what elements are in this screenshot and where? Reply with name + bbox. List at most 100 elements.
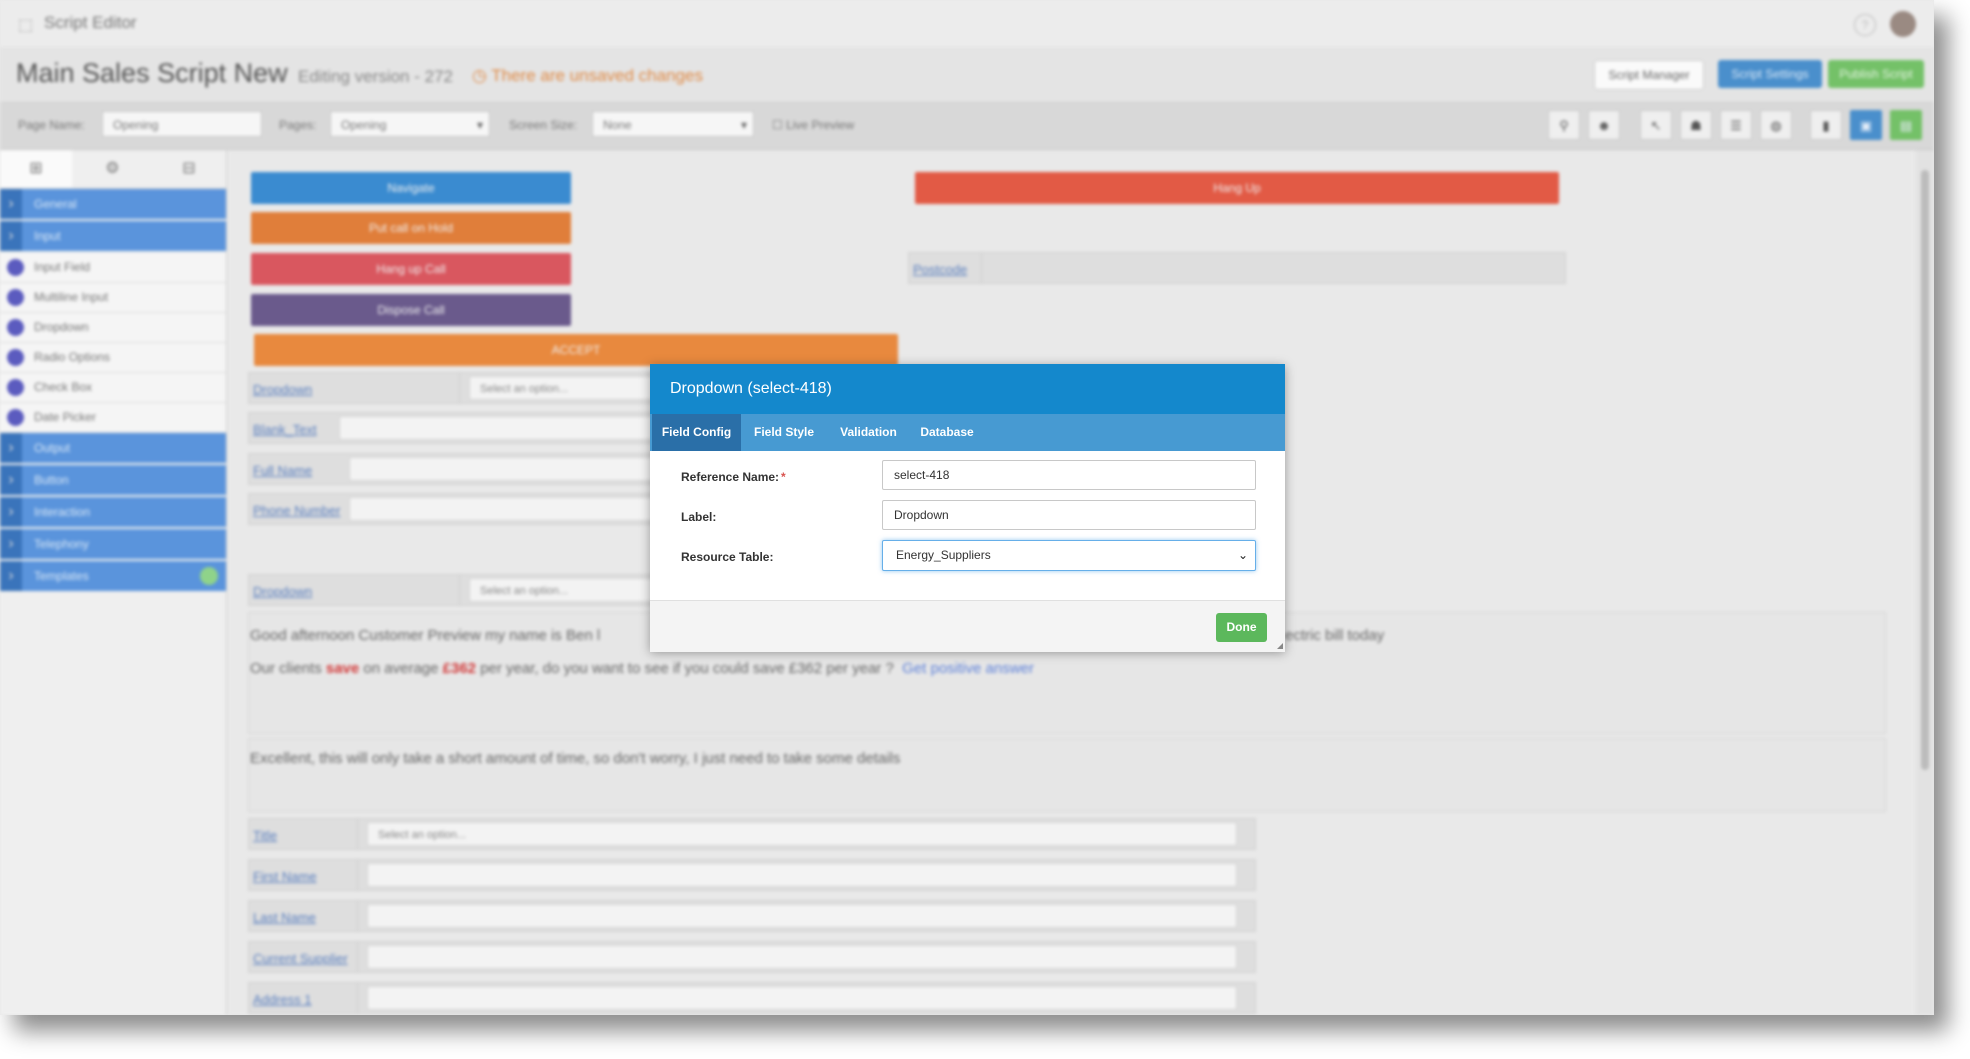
current-supplier-input[interactable] (367, 945, 1237, 969)
tab-validation[interactable]: Validation (827, 414, 910, 451)
item-radio-options[interactable]: Radio Options (0, 343, 226, 373)
reference-name-text: Reference Name: (681, 470, 780, 484)
dropdown-label[interactable]: Dropdown (253, 382, 312, 397)
pages-label: Pages: (279, 118, 317, 132)
users-icon[interactable]: ☻ (1588, 110, 1620, 140)
canvas-scrollbar[interactable] (1916, 150, 1934, 1015)
avatar[interactable] (1890, 11, 1916, 37)
hangup-call-button[interactable]: Hang up Call (251, 253, 571, 285)
title-select[interactable]: Select an option... (367, 822, 1237, 846)
dropdown-config-dialog: Dropdown (select-418) Field Config Field… (650, 364, 1285, 652)
save-icon[interactable]: ▣ (1850, 110, 1882, 140)
layers-tab-icon[interactable]: ⊟ (153, 150, 225, 188)
category-templates[interactable]: Templates (0, 561, 226, 591)
address-input[interactable] (367, 986, 1237, 1010)
chevron-down-icon: ⌄ (1237, 548, 1248, 562)
globe-icon[interactable]: ◍ (1760, 110, 1792, 140)
category-input[interactable]: Input (0, 221, 226, 251)
add-template-icon[interactable] (200, 567, 218, 585)
full-name-label[interactable]: Full Name (253, 463, 312, 478)
app-logo-icon: ⬚ (18, 17, 34, 34)
full-name-field: Full Name (248, 453, 668, 485)
done-button[interactable]: Done (1216, 613, 1267, 642)
unsaved-text: There are unsaved changes (491, 66, 703, 85)
navigate-button[interactable]: Navigate (251, 172, 571, 204)
dropdown-select[interactable]: Select an option... (469, 376, 659, 400)
components-tab-icon[interactable]: ⊞ (0, 150, 72, 188)
preview-icon[interactable]: ▤ (1890, 110, 1922, 140)
item-input-field[interactable]: Input Field (0, 253, 226, 283)
reference-name-input[interactable] (882, 460, 1256, 490)
warning-icon: ◷ (472, 66, 492, 85)
hold-button[interactable]: Put call on Hold (251, 212, 571, 244)
last-name-label[interactable]: Last Name (253, 910, 316, 925)
resize-handle-icon[interactable] (1277, 643, 1283, 649)
label-input[interactable] (882, 500, 1256, 530)
file-icon[interactable]: ▮ (1810, 110, 1842, 140)
settings-tab-icon[interactable]: ⚙ (76, 150, 148, 188)
resource-table-select[interactable]: Energy_Suppliers ⌄ (882, 540, 1256, 571)
category-output[interactable]: Output (0, 433, 226, 463)
blank-text-input[interactable] (339, 416, 659, 440)
unsaved-changes-warning: ◷ There are unsaved changes (472, 66, 703, 86)
dropdown-field-2: Dropdown Select an option... (248, 574, 668, 606)
first-name-field: First Name (248, 859, 1256, 891)
page-name-input[interactable]: Opening (102, 111, 262, 137)
tab-field-config[interactable]: Field Config (652, 414, 741, 451)
pages-select[interactable]: Opening (330, 111, 490, 138)
last-name-input[interactable] (367, 904, 1237, 928)
tab-field-style[interactable]: Field Style (741, 414, 827, 451)
live-preview-checkbox[interactable]: ☐ Live Preview (772, 118, 854, 132)
last-name-field: Last Name (248, 900, 1256, 932)
item-multiline-input[interactable]: Multiline Input (0, 283, 226, 313)
sitemap-icon[interactable]: ☗ (1680, 110, 1712, 140)
item-dropdown[interactable]: Dropdown (0, 313, 226, 343)
reference-name-label: Reference Name: * (681, 470, 786, 484)
search-icon[interactable]: ⚲ (1548, 110, 1580, 140)
dialog-title[interactable]: Dropdown (select-418) (650, 364, 1285, 414)
address-label[interactable]: Address 1 (253, 992, 312, 1007)
pointer-icon[interactable]: ↖ (1640, 110, 1672, 140)
editor-toolbar: Page Name: Opening Pages: Opening Screen… (0, 103, 1934, 150)
address-field: Address 1 (248, 982, 1256, 1014)
first-name-input[interactable] (367, 863, 1237, 887)
category-button[interactable]: Button (0, 465, 226, 495)
app-topbar: ⬚ Script Editor ? (0, 0, 1934, 48)
dropdown-select-2[interactable]: Select an option... (469, 578, 659, 602)
postcode-label[interactable]: Postcode (913, 262, 967, 277)
field-divider (357, 942, 358, 972)
dispose-call-button[interactable]: Dispose Call (251, 294, 571, 326)
current-supplier-field: Current Supplier (248, 941, 1256, 973)
accept-bar[interactable]: ACCEPT (254, 334, 898, 366)
screen-size-select[interactable]: None (592, 111, 754, 138)
script-line-3: Excellent, this will only take a short a… (250, 750, 901, 767)
dropdown-label-2[interactable]: Dropdown (253, 584, 312, 599)
dropdown-field: Dropdown Select an option... (248, 372, 668, 404)
field-divider (357, 819, 358, 849)
phone-label[interactable]: Phone Number (253, 503, 340, 518)
publish-script-button[interactable]: Publish Script (1828, 60, 1924, 88)
scrollbar-thumb[interactable] (1921, 170, 1929, 770)
category-interaction[interactable]: Interaction (0, 497, 226, 527)
script-manager-button[interactable]: Script Manager (1594, 60, 1704, 90)
list-icon[interactable]: ☰ (1720, 110, 1752, 140)
blank-text-label[interactable]: Blank_Text (253, 422, 317, 437)
save-highlight: save (325, 660, 360, 677)
category-telephony[interactable]: Telephony (0, 529, 226, 559)
title-label[interactable]: Title (253, 828, 277, 843)
item-check-box[interactable]: Check Box (0, 373, 226, 403)
item-date-picker[interactable]: Date Picker (0, 403, 226, 433)
phone-input[interactable] (349, 497, 659, 521)
help-icon[interactable]: ? (1854, 14, 1876, 36)
current-supplier-label[interactable]: Current Supplier (253, 951, 348, 966)
tab-database[interactable]: Database (910, 414, 984, 451)
field-divider (459, 575, 460, 605)
editing-version: Editing version - 272 (298, 67, 453, 86)
script-settings-button[interactable]: Script Settings (1718, 60, 1822, 88)
full-name-input[interactable] (349, 457, 659, 481)
positive-answer-link[interactable]: Get positive answer (902, 660, 1034, 677)
component-sidebar: ⊞ ⚙ ⊟ General Input Input Field Multilin… (0, 150, 227, 1015)
category-general[interactable]: General (0, 189, 226, 219)
first-name-label[interactable]: First Name (253, 869, 317, 884)
hangup-button[interactable]: Hang Up (915, 172, 1559, 204)
